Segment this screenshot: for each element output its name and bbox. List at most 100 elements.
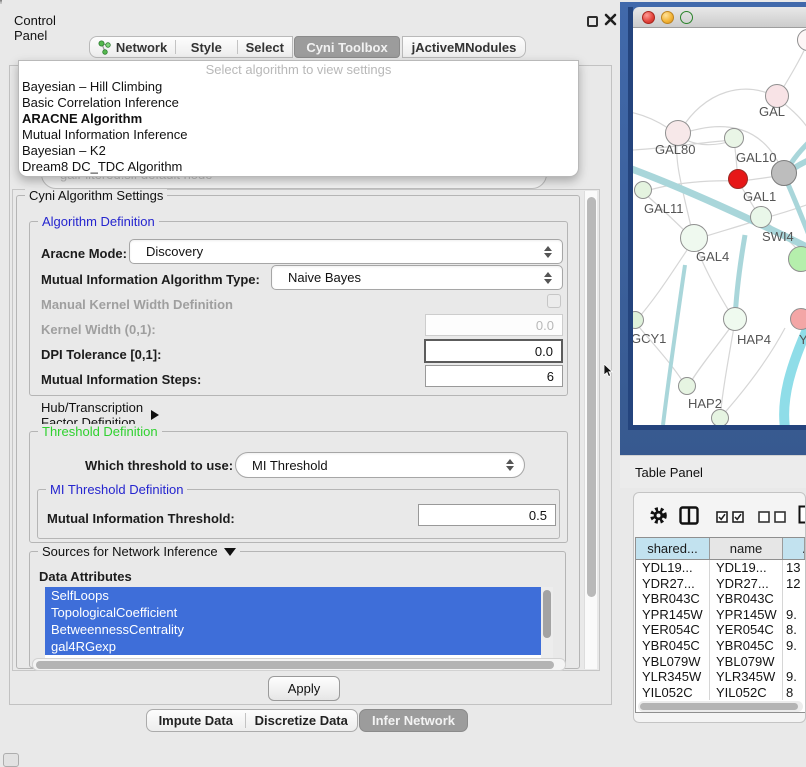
mi-steps-label: Mutual Information Steps: [41, 372, 201, 387]
network-canvas[interactable]: GAL80 GAL10 GAL1 GAL11 GAL4 SWI4 GCY1 HA… [633, 28, 806, 425]
mi-threshold-value: 0.5 [529, 508, 547, 523]
aracne-mode-value: Discovery [130, 244, 539, 259]
node-label-gal-clipped: GAL [759, 104, 785, 119]
aracne-mode-label: Aracne Mode: [41, 246, 127, 261]
node-label-gal80: GAL80 [655, 142, 695, 157]
which-threshold-combo[interactable]: MI Threshold [235, 452, 525, 478]
data-attributes-label: Data Attributes [39, 569, 132, 584]
node-label-gal4: GAL4 [696, 249, 729, 264]
settings-horizontal-scrollbar[interactable] [32, 658, 566, 671]
settings-vertical-scrollbar[interactable] [584, 191, 597, 669]
table-panel-card: shared... name A YDL19...YDL19...13 YDR2… [633, 492, 806, 723]
aracne-mode-combo[interactable]: Discovery [129, 239, 563, 264]
mi-type-label: Mutual Information Algorithm Type: [41, 272, 260, 287]
network-node-gal11[interactable] [634, 181, 652, 199]
tab-style[interactable]: Style [176, 37, 236, 57]
table-row[interactable]: YDL19...YDL19...13 [636, 560, 805, 576]
node-label-gal11: GAL11 [644, 201, 684, 216]
tab-jactivemnodules[interactable]: jActiveMNodules [403, 37, 525, 57]
list-item[interactable]: gal4RGexp [45, 638, 541, 655]
mi-steps-field[interactable]: 6 [425, 365, 563, 387]
tab-network[interactable]: Network [90, 37, 175, 57]
tab-strip-left: Network Style Select [89, 36, 293, 58]
network-node-gal10[interactable] [724, 128, 744, 148]
node-label-swi4: SWI4 [762, 229, 794, 244]
network-node-red-highlight[interactable] [728, 169, 748, 189]
table-row[interactable]: YBR043CYBR043C [636, 591, 805, 607]
network-window-titlebar[interactable] [633, 7, 806, 28]
network-node-hap2[interactable] [678, 377, 696, 395]
kernel-width-value: 0.0 [536, 318, 554, 333]
manual-kernel-checkbox[interactable] [547, 294, 561, 308]
combo-spinner-icon [501, 459, 519, 471]
mi-type-value: Naive Bayes [272, 270, 539, 285]
table-row[interactable]: YIL052CYIL052C8 [636, 685, 805, 701]
tab-discretize-data[interactable]: Discretize Data [246, 710, 357, 731]
table-row[interactable]: YBR045CYBR045C9. [636, 638, 805, 654]
tab-discretize-data-label: Discretize Data [255, 713, 348, 728]
gear-icon[interactable] [649, 506, 668, 525]
node-label-hap2: HAP2 [688, 396, 722, 411]
dropdown-item[interactable]: Bayesian – K2 [19, 143, 578, 159]
zoom-traffic-light[interactable] [680, 11, 693, 24]
column-header-name[interactable]: name [710, 538, 783, 559]
unchecked-checkbox-icon[interactable] [758, 511, 770, 523]
document-icon[interactable] [798, 505, 806, 524]
table-row[interactable]: YLR345WYLR345W9. [636, 669, 805, 685]
network-node-y[interactable] [790, 308, 806, 330]
table-row[interactable]: YPR145WYPR145W9. [636, 607, 805, 623]
close-icon[interactable] [604, 13, 617, 26]
mi-threshold-group-title: MI Threshold Definition [50, 482, 183, 497]
minimize-traffic-light[interactable] [661, 11, 674, 24]
tab-impute-data-label: Impute Data [159, 713, 233, 728]
tab-strip-right: jActiveMNodules [402, 36, 526, 58]
corner-widget[interactable] [3, 753, 19, 767]
float-window-icon[interactable] [587, 16, 598, 27]
close-traffic-light[interactable] [642, 11, 655, 24]
tab-select[interactable]: Select [238, 37, 292, 57]
network-node[interactable] [711, 409, 729, 425]
list-scrollbar[interactable] [541, 587, 553, 658]
data-attributes-list: SelfLoops TopologicalCoefficient Between… [45, 587, 553, 658]
dropdown-item[interactable]: Dream8 DC_TDC Algorithm [19, 159, 578, 175]
combo-spinner-icon [539, 246, 557, 258]
tab-cyni-toolbox[interactable]: Cyni Toolbox [294, 36, 400, 58]
network-node-hap4[interactable] [723, 307, 747, 331]
dropdown-item[interactable]: Mutual Information Inference [19, 127, 578, 143]
column-header-shared[interactable]: shared... [636, 538, 710, 559]
dropdown-item[interactable]: Bayesian – Hill Climbing [19, 79, 578, 95]
kernel-width-field[interactable]: 0.0 [425, 314, 563, 336]
sources-expander[interactable]: Sources for Network Inference [38, 544, 240, 559]
dropdown-item-selected[interactable]: ARACNE Algorithm [19, 111, 578, 127]
column-header-clipped[interactable]: A [783, 538, 805, 559]
dropdown-item[interactable]: Basic Correlation Inference [19, 95, 578, 111]
table-header-row: shared... name A [636, 538, 805, 560]
unchecked-checkbox-icon[interactable] [774, 511, 786, 523]
mouse-cursor [604, 364, 614, 378]
checked-checkbox-icon[interactable] [732, 511, 744, 523]
mi-threshold-field[interactable]: 0.5 [418, 504, 556, 526]
tab-infer-network[interactable]: Infer Network [359, 709, 468, 732]
network-icon [98, 40, 111, 55]
columns-icon[interactable] [679, 506, 699, 525]
kernel-width-label: Kernel Width (0,1): [41, 322, 156, 337]
table-horizontal-scrollbar[interactable] [638, 701, 803, 712]
list-item[interactable]: BetweennessCentrality [45, 621, 541, 638]
dpi-tolerance-field[interactable]: 0.0 [424, 339, 563, 363]
tab-impute-data[interactable]: Impute Data [147, 710, 245, 731]
table-panel-bar: Table Panel [620, 455, 806, 488]
table-row[interactable]: YBL079WYBL079W [636, 654, 805, 670]
mi-type-combo[interactable]: Naive Bayes [271, 265, 563, 290]
table-row[interactable]: YDR27...YDR27...12 [636, 576, 805, 592]
algorithm-dropdown-popup: Select algorithm to view settings Bayesi… [18, 60, 579, 177]
checked-checkbox-icon[interactable] [716, 511, 728, 523]
which-threshold-value: MI Threshold [236, 458, 501, 473]
network-node-gal4[interactable] [680, 224, 708, 252]
table-row[interactable]: YER054CYER054C8. [636, 622, 805, 638]
list-item[interactable]: TopologicalCoefficient [45, 604, 541, 621]
apply-button[interactable]: Apply [268, 676, 340, 701]
network-node-gal1[interactable] [750, 206, 772, 228]
bottom-tab-strip: Impute Data Discretize Data [146, 709, 358, 732]
list-item[interactable]: SelfLoops [45, 587, 541, 604]
cyni-settings-title: Cyni Algorithm Settings [29, 188, 163, 203]
